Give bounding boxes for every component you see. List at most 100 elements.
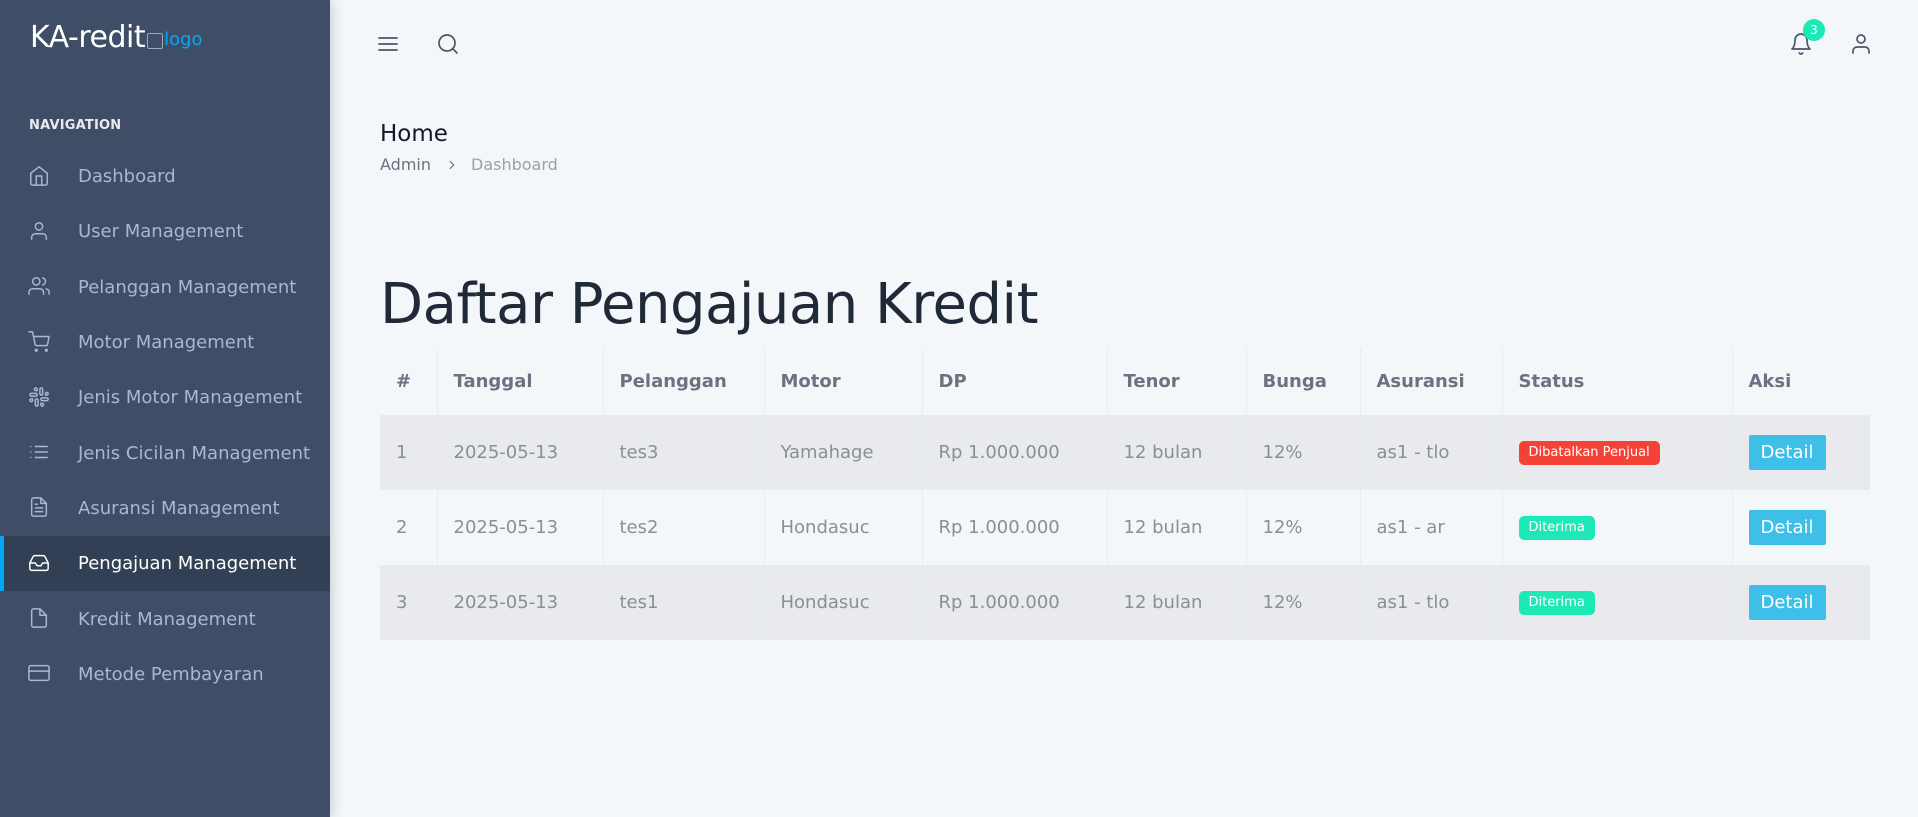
brand-logo: logo: [147, 28, 203, 50]
column-header: Asuransi: [1360, 348, 1503, 415]
sidebar-item-pelanggan-management[interactable]: Pelanggan Management: [0, 260, 330, 315]
sidebar-item-label: Pelanggan Management: [78, 276, 297, 298]
cell-bunga: 12%: [1246, 415, 1361, 490]
chevron-right-icon: [445, 157, 459, 173]
table-row: 2 2025-05-13 tes2 Hondasuc Rp 1.000.000 …: [380, 490, 1870, 565]
sidebar-item-label: Kredit Management: [78, 608, 256, 630]
user-icon: [1852, 34, 1870, 54]
cell-bunga: 12%: [1246, 565, 1361, 640]
sidebar-item-jenis-cicilan-management[interactable]: Jenis Cicilan Management: [0, 425, 330, 480]
status-badge: Diterima: [1518, 591, 1595, 615]
cell-asuransi: as1 - tlo: [1360, 415, 1503, 490]
nav-caption: NAVIGATION: [29, 118, 122, 133]
cell-tanggal: 2025-05-13: [437, 490, 604, 565]
notification-count-badge: 3: [1803, 19, 1825, 41]
sidebar-item-dashboard[interactable]: Dashboard: [0, 149, 330, 204]
cell-dp: Rp 1.000.000: [922, 490, 1108, 565]
file-text-icon: [28, 496, 52, 520]
inbox-icon: [28, 552, 52, 576]
sidebar-item-pengajuan-management[interactable]: Pengajuan Management: [0, 536, 330, 592]
search-icon: [438, 34, 458, 54]
nav-list: Dashboard User Management Pelanggan Mana…: [0, 149, 330, 702]
search-button[interactable]: [434, 30, 462, 58]
column-header: Pelanggan: [603, 348, 765, 415]
cell-status: Diterima: [1502, 565, 1733, 640]
users-icon: [28, 275, 52, 299]
cell-motor: Hondasuc: [764, 565, 923, 640]
cell-pelanggan: tes2: [603, 490, 765, 565]
user-profile-button[interactable]: [1847, 30, 1875, 58]
cell-no: 3: [380, 565, 438, 640]
brand-logo-alt: logo: [164, 28, 203, 50]
sidebar-item-label: User Management: [78, 221, 244, 243]
cell-aksi: Detail: [1732, 490, 1870, 565]
detail-button[interactable]: Detail: [1748, 510, 1826, 545]
detail-button[interactable]: Detail: [1748, 435, 1826, 470]
sidebar-item-label: Jenis Cicilan Management: [78, 442, 311, 464]
sidebar-item-kredit-management[interactable]: Kredit Management: [0, 591, 330, 646]
sidebar-item-label: Pengajuan Management: [78, 553, 297, 575]
cell-tanggal: 2025-05-13: [437, 415, 604, 490]
sidebar-item-label: Asuransi Management: [78, 497, 280, 519]
cell-motor: Yamahage: [764, 415, 923, 490]
cell-asuransi: as1 - ar: [1360, 490, 1503, 565]
cart-icon: [28, 330, 52, 355]
sidebar-item-label: Metode Pembayaran: [78, 663, 264, 685]
list-icon: [28, 441, 52, 465]
cell-asuransi: as1 - tlo: [1360, 565, 1503, 640]
cell-pelanggan: tes1: [603, 565, 765, 640]
cell-no: 1: [380, 415, 438, 490]
sidebar: KA-redit logo NAVIGATION Dashboard User …: [0, 0, 330, 817]
column-header: Aksi: [1732, 348, 1870, 415]
cell-motor: Hondasuc: [764, 490, 923, 565]
table-row: 1 2025-05-13 tes3 Yamahage Rp 1.000.000 …: [380, 415, 1870, 490]
brand[interactable]: KA-redit logo: [30, 20, 203, 55]
table-header-row: # Tanggal Pelanggan Motor DP Tenor Bunga…: [380, 348, 1870, 415]
home-icon: [28, 165, 52, 189]
column-header: Motor: [764, 348, 923, 415]
sidebar-item-jenis-motor-management[interactable]: Jenis Motor Management: [0, 370, 330, 425]
column-header: Status: [1502, 348, 1733, 415]
cell-dp: Rp 1.000.000: [922, 565, 1108, 640]
table-row: 3 2025-05-13 tes1 Hondasuc Rp 1.000.000 …: [380, 565, 1870, 640]
breadcrumb-admin-link[interactable]: Admin: [380, 155, 431, 174]
breadcrumb-current: Dashboard: [471, 155, 558, 174]
cell-status: Diterima: [1502, 490, 1733, 565]
page-header-title: Home: [380, 121, 448, 147]
pengajuan-table: # Tanggal Pelanggan Motor DP Tenor Bunga…: [380, 348, 1870, 640]
column-header: #: [380, 348, 438, 415]
column-header: Tenor: [1107, 348, 1247, 415]
broken-image-icon: [147, 33, 164, 49]
sidebar-item-label: Dashboard: [78, 166, 176, 188]
cell-pelanggan: tes3: [603, 415, 765, 490]
status-badge: Diterima: [1518, 516, 1595, 540]
sidebar-item-metode-pembayaran[interactable]: Metode Pembayaran: [0, 647, 330, 702]
column-header: Tanggal: [437, 348, 604, 415]
sidebar-item-user-management[interactable]: User Management: [0, 204, 330, 259]
sidebar-item-label: Jenis Motor Management: [78, 387, 303, 409]
pengajuan-table-container: # Tanggal Pelanggan Motor DP Tenor Bunga…: [380, 348, 1870, 640]
sidebar-item-motor-management[interactable]: Motor Management: [0, 315, 330, 370]
top-header: [330, 0, 1918, 88]
menu-icon: [378, 37, 398, 51]
slack-icon: [28, 386, 52, 410]
cell-tenor: 12 bulan: [1107, 415, 1247, 490]
menu-toggle-button[interactable]: [374, 30, 402, 58]
cell-status: Dibatalkan Penjual: [1502, 415, 1733, 490]
sidebar-item-label: Motor Management: [78, 332, 255, 354]
cell-tenor: 12 bulan: [1107, 565, 1247, 640]
column-header: Bunga: [1246, 348, 1361, 415]
breadcrumb: Admin Dashboard: [380, 155, 558, 174]
cell-dp: Rp 1.000.000: [922, 415, 1108, 490]
cell-aksi: Detail: [1732, 415, 1870, 490]
cell-bunga: 12%: [1246, 490, 1361, 565]
sidebar-item-asuransi-management[interactable]: Asuransi Management: [0, 481, 330, 536]
page-title: Daftar Pengajuan Kredit: [380, 272, 1039, 337]
credit-card-icon: [28, 662, 52, 686]
status-badge: Dibatalkan Penjual: [1518, 441, 1660, 465]
detail-button[interactable]: Detail: [1748, 585, 1826, 620]
cell-tanggal: 2025-05-13: [437, 565, 604, 640]
cell-aksi: Detail: [1732, 565, 1870, 640]
brand-name: KA-redit: [30, 20, 146, 55]
column-header: DP: [922, 348, 1108, 415]
